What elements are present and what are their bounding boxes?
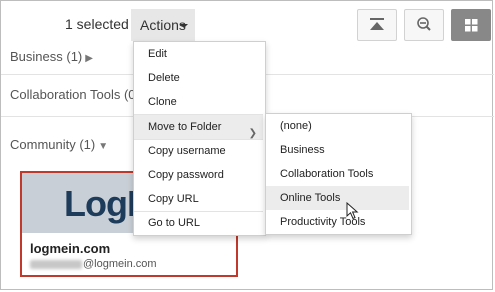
folder-option-collaboration-tools[interactable]: Collaboration Tools: [266, 162, 409, 186]
group-label: Collaboration Tools (0): [10, 87, 140, 102]
collapse-arrow-icon: ▼: [98, 141, 109, 152]
selection-count: 1 selected: [65, 16, 129, 32]
grid-view-icon: [465, 19, 478, 32]
username-suffix: @logmein.com: [83, 258, 157, 270]
group-label: Business (1): [10, 49, 83, 64]
vault-view: 1 selected Actions Business (1) ▶ Collabo…: [0, 0, 494, 290]
site-username: @logmein.com: [30, 258, 157, 270]
mouse-cursor-icon: [346, 202, 359, 220]
menu-item-label: Move to Folder: [148, 121, 222, 133]
menu-item-copy-password[interactable]: Copy password: [134, 163, 263, 187]
redacted-text: [30, 259, 82, 269]
folder-option-none[interactable]: (none): [266, 114, 409, 138]
collapse-all-button[interactable]: [357, 9, 397, 41]
collapse-top-icon: [370, 18, 384, 30]
expand-arrow-icon: ▶: [85, 53, 93, 64]
menu-item-copy-url[interactable]: Copy URL: [134, 187, 263, 211]
menu-item-edit[interactable]: Edit: [134, 42, 263, 66]
caret-down-icon: [180, 24, 188, 28]
site-name: logmein.com: [30, 241, 111, 256]
actions-dropdown-button[interactable]: Actions: [131, 9, 195, 41]
menu-item-move-to-folder[interactable]: Move to Folder ❯: [134, 115, 263, 139]
zoom-out-button[interactable]: [404, 9, 444, 41]
group-label: Community (1): [10, 137, 96, 152]
actions-menu: Edit Delete Clone Move to Folder ❯ Copy …: [133, 41, 266, 236]
zoom-out-icon: [417, 17, 431, 31]
menu-item-go-to-url[interactable]: Go to URL: [134, 211, 263, 235]
menu-item-copy-username[interactable]: Copy username: [134, 139, 263, 163]
group-business[interactable]: Business (1) ▶: [10, 49, 93, 64]
grid-view-button[interactable]: [451, 9, 491, 41]
menu-item-delete[interactable]: Delete: [134, 66, 263, 90]
folder-option-business[interactable]: Business: [266, 138, 409, 162]
group-community[interactable]: Community (1) ▼: [10, 137, 108, 152]
folder-option-productivity-tools[interactable]: Productivity Tools: [266, 210, 409, 234]
folder-option-online-tools[interactable]: Online Tools: [266, 186, 409, 210]
group-collaboration-tools[interactable]: Collaboration Tools (0): [10, 87, 140, 102]
folder-submenu: (none) Business Collaboration Tools Onli…: [265, 113, 412, 235]
menu-item-clone[interactable]: Clone: [134, 90, 263, 114]
